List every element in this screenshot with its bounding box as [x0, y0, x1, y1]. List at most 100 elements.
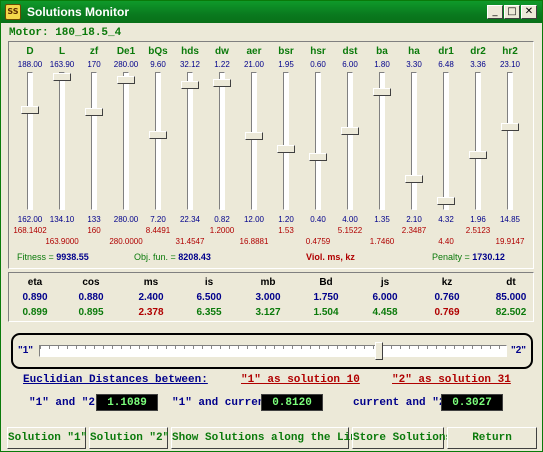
param-max: 280.00: [113, 60, 139, 69]
distance-c2-display: 0.3027: [441, 394, 503, 411]
param-name: ba: [376, 46, 388, 57]
param-name: dr1: [438, 46, 454, 57]
param-slider-thumb[interactable]: [245, 131, 263, 140]
param-slider-thumb[interactable]: [341, 126, 359, 135]
solutions-monitor-window: SS Solutions Monitor _ □ ✕ Motor: 180_18…: [0, 0, 543, 452]
distance-1c-display: 0.8120: [261, 394, 323, 411]
param-min: 0.40: [310, 215, 326, 224]
obj-fun-readout: Obj. fun. = 8208.43: [134, 252, 211, 262]
param-slider-track[interactable]: [347, 72, 353, 210]
param-slider-thumb[interactable]: [149, 130, 167, 139]
perf-target-bd: 1.750: [313, 292, 339, 303]
param-slider-thumb[interactable]: [117, 75, 135, 84]
param-slider-thumb[interactable]: [277, 144, 295, 153]
perf-actual-cos: 0.895: [78, 307, 104, 318]
param-name: L: [58, 46, 66, 57]
param-slider-track[interactable]: [155, 72, 161, 210]
param-slider-track[interactable]: [315, 72, 321, 210]
param-slider-track[interactable]: [507, 72, 513, 210]
obj-fun-label: Obj. fun. =: [134, 252, 176, 262]
perf-header-mb: mb: [260, 277, 276, 288]
perf-header-is: is: [204, 277, 214, 288]
param-slider-track[interactable]: [443, 72, 449, 210]
param-slider-track[interactable]: [251, 72, 257, 210]
param-slider-track[interactable]: [91, 72, 97, 210]
param-slider-thumb[interactable]: [501, 122, 519, 131]
param-slider-track[interactable]: [187, 72, 193, 210]
return-button[interactable]: Return: [447, 427, 537, 449]
perf-header-bd: Bd: [319, 277, 333, 288]
param-min: 0.82: [214, 215, 230, 224]
param-slider-track[interactable]: [59, 72, 65, 210]
line-slider-thumb[interactable]: [374, 342, 383, 360]
param-name: dst: [342, 46, 358, 57]
param-min: 280.00: [113, 215, 139, 224]
param-slider-thumb[interactable]: [213, 78, 231, 87]
param-name: hsr: [310, 46, 326, 57]
param-slider-thumb[interactable]: [469, 151, 487, 160]
distance-12-display: 1.1089: [96, 394, 158, 411]
title-bar[interactable]: SS Solutions Monitor _ □ ✕: [1, 1, 542, 23]
solution-1-button[interactable]: Solution "1": [7, 427, 87, 449]
param-min: 1.20: [278, 215, 294, 224]
param-slider-thumb[interactable]: [437, 196, 455, 205]
param-slider-thumb[interactable]: [181, 81, 199, 90]
param-slider-thumb[interactable]: [21, 105, 39, 114]
perf-header-ms: ms: [143, 277, 159, 288]
param-slider-track[interactable]: [123, 72, 129, 210]
euclid-title: Euclidian Distances between:: [23, 374, 208, 386]
maximize-button[interactable]: □: [504, 5, 520, 19]
minimize-button[interactable]: _: [487, 5, 503, 19]
perf-target-mb: 3.000: [255, 292, 281, 303]
fitness-value: 9938.55: [56, 252, 89, 262]
perf-target-kz: 0.760: [434, 292, 460, 303]
perf-actual-mb: 3.127: [255, 307, 281, 318]
param-slider-track[interactable]: [411, 72, 417, 210]
perf-header-dt: dt: [506, 277, 516, 288]
show-solutions-line-button[interactable]: Show Solutions along the Line: [171, 427, 363, 449]
param-max: 23.10: [499, 60, 521, 69]
param-max: 6.00: [342, 60, 358, 69]
violation-text: Viol. ms, kz: [306, 252, 355, 262]
param-slider-thumb[interactable]: [373, 87, 391, 96]
perf-actual-eta: 0.899: [22, 307, 48, 318]
param-name: D: [26, 46, 34, 57]
param-min: 162.00: [17, 215, 43, 224]
perf-target-is: 6.500: [196, 292, 222, 303]
slider-left-label: "1": [18, 345, 34, 356]
param-slider-track[interactable]: [27, 72, 33, 210]
param-column-hr2: hr2 23.10 14.85: [495, 42, 525, 268]
param-slider-thumb[interactable]: [53, 73, 71, 82]
line-slider-track[interactable]: [39, 345, 507, 357]
param-min: 1.35: [374, 215, 390, 224]
param-name: aer: [246, 46, 262, 57]
param-name: hds: [181, 46, 199, 57]
param-max: 9.60: [150, 60, 166, 69]
app-icon: SS: [5, 4, 21, 20]
param-slider-thumb[interactable]: [309, 152, 327, 161]
param-max: 163.90: [49, 60, 75, 69]
solution-2-button[interactable]: Solution "2": [89, 427, 169, 449]
param-name: hr2: [502, 46, 518, 57]
param-name: dw: [215, 46, 229, 57]
param-max: 21.00: [243, 60, 265, 69]
perf-target-cos: 0.880: [78, 292, 104, 303]
param-max: 0.60: [310, 60, 326, 69]
param-max: 6.48: [438, 60, 454, 69]
store-solutions-button[interactable]: Store Solutions: [352, 427, 452, 449]
penalty-value: 1730.12: [472, 252, 505, 262]
param-slider-track[interactable]: [475, 72, 481, 210]
param-slider-track[interactable]: [283, 72, 289, 210]
perf-target-dt: 85.000: [495, 292, 527, 303]
param-slider-track[interactable]: [219, 72, 225, 210]
param-slider-thumb[interactable]: [85, 108, 103, 117]
window-title: Solutions Monitor: [27, 5, 129, 19]
param-slider-thumb[interactable]: [405, 174, 423, 183]
param-min: 2.10: [406, 215, 422, 224]
close-button[interactable]: ✕: [521, 5, 537, 19]
motor-label: Motor: 180_18.5_4: [9, 27, 122, 39]
param-max: 188.00: [17, 60, 43, 69]
perf-actual-kz: 0.769: [434, 307, 460, 318]
slider-right-label: "2": [510, 345, 526, 356]
euclid-solution-1: "1" as solution 10: [241, 374, 360, 386]
